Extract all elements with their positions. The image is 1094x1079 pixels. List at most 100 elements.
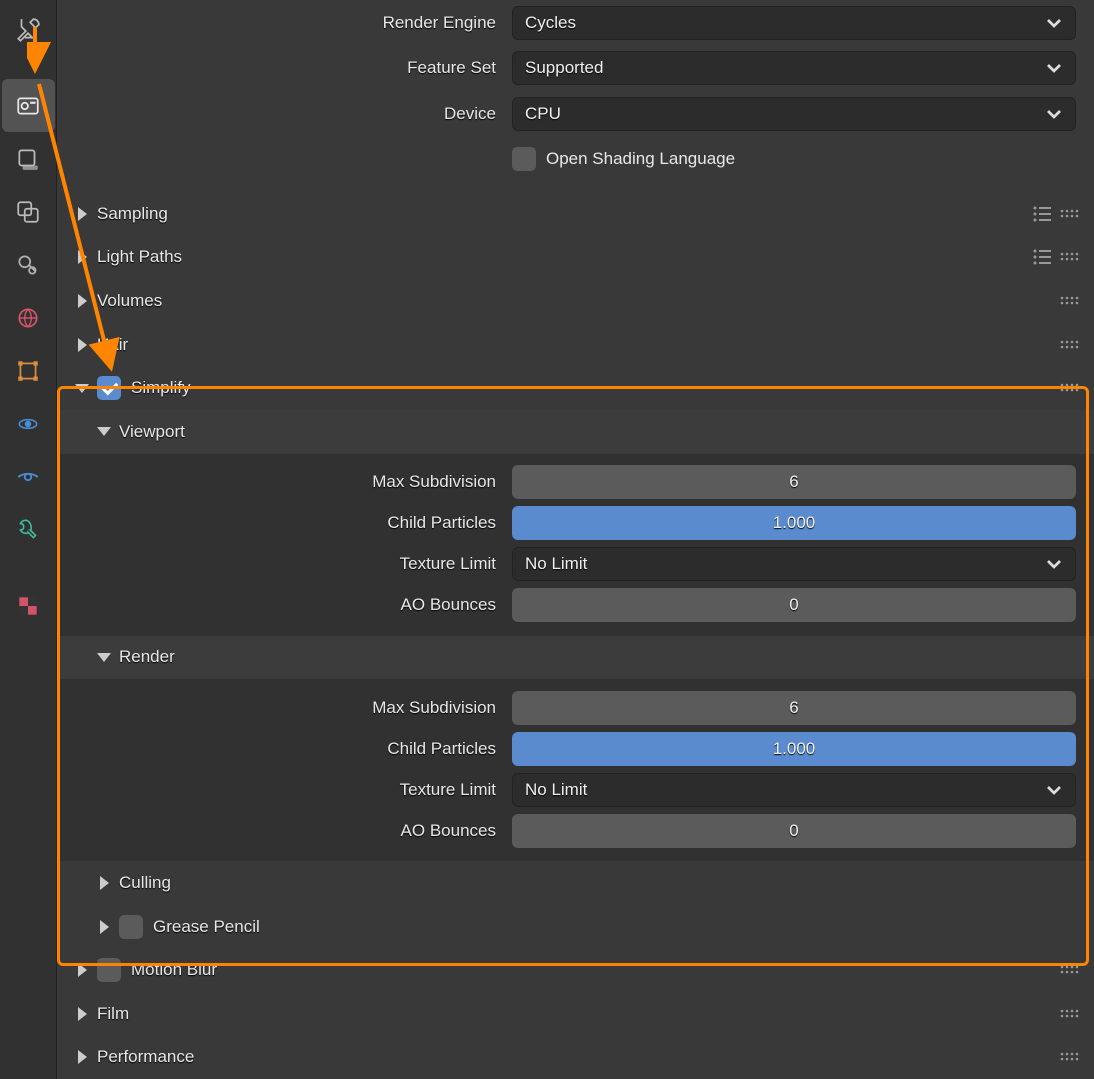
vp-texlimit-select[interactable]: No Limit [512,547,1076,581]
drag-grip-icon[interactable] [1056,374,1084,402]
properties-tabs [0,0,57,1079]
feature-set-select[interactable]: Supported [512,51,1076,85]
chevron-down-icon [1045,59,1063,77]
tab-output[interactable] [2,132,55,185]
chevron-right-icon [71,203,93,225]
drag-grip-icon[interactable] [1056,956,1084,984]
tab-world[interactable] [2,291,55,344]
render-properties-panel: Render Engine Cycles Feature Set Support… [57,0,1094,1079]
simplify-viewport-body: Max Subdivision 6 Child Particles 1.000 … [57,454,1094,636]
drag-grip-icon[interactable] [1056,1043,1084,1071]
osl-checkbox[interactable] [512,147,536,171]
rd-maxsub-label: Max Subdivision [57,698,512,718]
osl-label: Open Shading Language [546,149,735,169]
chevron-right-icon [71,959,93,981]
rd-child-field[interactable]: 1.000 [512,732,1076,766]
section-light-paths[interactable]: Light Paths [57,236,1094,280]
section-grease-pencil-label: Grease Pencil [153,917,1084,937]
section-simplify-render-label: Render [119,647,1084,667]
chevron-down-icon [93,646,115,668]
section-simplify-viewport-label: Viewport [119,422,1084,442]
vp-ao-label: AO Bounces [57,595,512,615]
device-select[interactable]: CPU [512,97,1076,131]
section-volumes[interactable]: Volumes [57,279,1094,323]
drag-grip-icon[interactable] [1056,287,1084,315]
device-label: Device [57,104,512,124]
rd-ao-field[interactable]: 0 [512,814,1076,848]
preset-list-icon[interactable] [1028,200,1056,228]
drag-grip-icon[interactable] [1056,243,1084,271]
section-film[interactable]: Film [57,992,1094,1036]
tab-constraints[interactable] [2,450,55,503]
vp-maxsub-label: Max Subdivision [57,472,512,492]
simplify-checkbox[interactable] [97,376,121,400]
drag-grip-icon[interactable] [1056,331,1084,359]
section-hair[interactable]: Hair [57,323,1094,367]
tab-scene[interactable] [2,238,55,291]
feature-set-value: Supported [525,58,603,78]
section-culling[interactable]: Culling [57,861,1094,905]
preset-list-icon[interactable] [1028,243,1056,271]
vp-ao-field[interactable]: 0 [512,588,1076,622]
chevron-down-icon [1045,105,1063,123]
chevron-right-icon [71,334,93,356]
chevron-right-icon [93,916,115,938]
render-engine-row: Render Engine Cycles [57,0,1094,46]
chevron-down-icon [71,377,93,399]
render-engine-select[interactable]: Cycles [512,6,1076,40]
section-sampling[interactable]: Sampling [57,192,1094,236]
section-performance-label: Performance [97,1047,1056,1067]
chevron-right-icon [71,1003,93,1025]
chevron-right-icon [71,246,93,268]
grease-pencil-checkbox[interactable] [119,915,143,939]
rd-child-label: Child Particles [57,739,512,759]
feature-set-row: Feature Set Supported [57,46,1094,92]
section-light-paths-label: Light Paths [97,247,1028,267]
section-motion-blur[interactable]: Motion Blur [57,948,1094,992]
section-sampling-label: Sampling [97,204,1028,224]
device-row: Device CPU [57,91,1094,137]
section-volumes-label: Volumes [97,291,1056,311]
drag-grip-icon[interactable] [1056,200,1084,228]
vp-texlimit-label: Texture Limit [57,554,512,574]
chevron-right-icon [71,290,93,312]
tab-modifiers[interactable] [2,503,55,556]
rd-maxsub-field[interactable]: 6 [512,691,1076,725]
section-grease-pencil[interactable]: Grease Pencil [57,905,1094,949]
tab-physics[interactable] [2,397,55,450]
vp-child-label: Child Particles [57,513,512,533]
chevron-down-icon [93,421,115,443]
section-culling-label: Culling [119,873,1084,893]
motion-blur-checkbox[interactable] [97,958,121,982]
rd-texlimit-select[interactable]: No Limit [512,773,1076,807]
tab-active-tool[interactable] [2,3,55,56]
rd-ao-label: AO Bounces [57,821,512,841]
chevron-down-icon [1045,781,1063,799]
feature-set-label: Feature Set [57,58,512,78]
tab-material[interactable] [2,579,55,632]
section-film-label: Film [97,1004,1056,1024]
tab-object[interactable] [2,344,55,397]
chevron-right-icon [93,872,115,894]
chevron-right-icon [71,1046,93,1068]
section-simplify-viewport[interactable]: Viewport [57,410,1094,454]
section-hair-label: Hair [97,335,1056,355]
osl-row: Open Shading Language [57,137,1094,183]
chevron-down-icon [1045,14,1063,32]
vp-maxsub-field[interactable]: 6 [512,465,1076,499]
section-simplify-label: Simplify [131,378,1056,398]
rd-texlimit-label: Texture Limit [57,780,512,800]
render-engine-label: Render Engine [57,13,512,33]
drag-grip-icon[interactable] [1056,1000,1084,1028]
chevron-down-icon [1045,555,1063,573]
simplify-render-body: Max Subdivision 6 Child Particles 1.000 … [57,679,1094,861]
section-performance[interactable]: Performance [57,1035,1094,1079]
device-value: CPU [525,104,561,124]
section-motion-blur-label: Motion Blur [131,960,1056,980]
section-simplify-render[interactable]: Render [57,636,1094,680]
render-engine-value: Cycles [525,13,576,33]
section-simplify[interactable]: Simplify [57,366,1094,410]
vp-child-field[interactable]: 1.000 [512,506,1076,540]
tab-view-layer[interactable] [2,185,55,238]
tab-render[interactable] [2,79,55,132]
